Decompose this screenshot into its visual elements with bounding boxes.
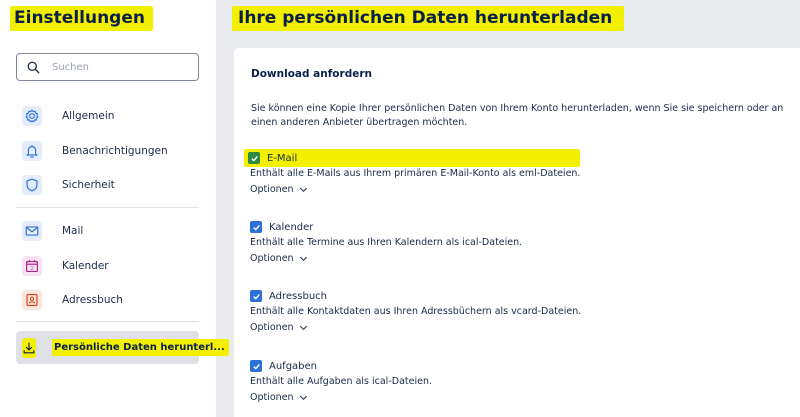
gear-icon	[22, 106, 42, 126]
aufgaben-checkbox[interactable]	[250, 360, 262, 372]
sidebar-title: Einstellungen	[10, 6, 153, 31]
sidebar-item-adressbuch[interactable]: Adressbuch	[22, 289, 123, 311]
search-icon	[27, 61, 40, 74]
option-adressbuch: Adressbuch Enthält alle Kontaktdaten aus…	[250, 287, 581, 333]
download-card: Download anfordern Sie können eine Kopie…	[234, 48, 800, 417]
sidebar-item-label: Benachrichtigungen	[62, 145, 168, 157]
svg-text:2: 2	[31, 266, 34, 272]
check-icon	[252, 363, 260, 370]
search-input[interactable]	[52, 61, 192, 73]
chevron-down-icon	[299, 256, 307, 262]
intro-text: Sie können eine Kopie Ihrer persönlichen…	[251, 103, 784, 128]
options-toggle[interactable]: Optionen	[250, 392, 432, 403]
option-email: E-Mail Enthält alle E-Mails aus Ihrem pr…	[244, 149, 581, 195]
options-toggle[interactable]: Optionen	[250, 253, 522, 264]
sidebar-item-label: Adressbuch	[62, 294, 123, 306]
kalender-checkbox[interactable]	[250, 221, 262, 233]
option-header: E-Mail	[244, 149, 581, 167]
page-title: Ihre persönlichen Daten herunterladen	[232, 6, 625, 31]
addressbook-icon	[22, 290, 42, 310]
option-label: Aufgaben	[269, 360, 318, 372]
search-box[interactable]	[16, 53, 199, 81]
sidebar-item-label: Kalender	[62, 260, 109, 272]
mail-icon	[22, 221, 42, 241]
option-header: Adressbuch	[250, 287, 581, 305]
email-checkbox[interactable]	[248, 152, 260, 164]
check-icon	[252, 224, 260, 231]
chevron-down-icon	[299, 395, 307, 401]
section-heading: Download anfordern	[251, 68, 372, 80]
option-description: Enthält alle Termine aus Ihren Kalendern…	[250, 237, 523, 248]
option-header: Aufgaben	[250, 357, 432, 375]
sidebar-divider	[16, 207, 199, 208]
shield-icon	[22, 175, 42, 195]
sidebar-item-label: Allgemein	[62, 110, 115, 122]
options-toggle[interactable]: Optionen	[250, 184, 580, 195]
check-icon	[250, 155, 258, 162]
option-label: E-Mail	[267, 152, 298, 164]
sidebar-item-benachrichtigungen[interactable]: Benachrichtigungen	[22, 140, 168, 162]
sidebar-item-kalender[interactable]: 2 Kalender	[22, 255, 109, 277]
bell-icon	[22, 141, 42, 161]
chevron-down-icon	[299, 187, 307, 193]
sidebar: Einstellungen Allgemein Benachrichtigung…	[0, 0, 229, 417]
check-icon	[252, 293, 260, 300]
sidebar-item-label: Persönliche Daten herunterl...	[52, 339, 229, 356]
download-icon	[22, 337, 36, 358]
sidebar-item-sicherheit[interactable]: Sicherheit	[22, 174, 115, 196]
option-description: Enthält alle Kontaktdaten aus Ihren Adre…	[250, 306, 582, 317]
option-label: Kalender	[269, 221, 314, 233]
adressbuch-checkbox[interactable]	[250, 290, 262, 302]
options-toggle-label: Optionen	[250, 253, 294, 264]
sidebar-item-label: Mail	[62, 225, 84, 237]
option-description: Enthält alle Aufgaben als ical-Dateien.	[250, 376, 432, 387]
sidebar-item-mail[interactable]: Mail	[22, 220, 83, 242]
option-kalender: Kalender Enthält alle Termine aus Ihren …	[250, 218, 522, 264]
option-description: Enthält alle E-Mails aus Ihrem primären …	[250, 168, 581, 179]
sidebar-item-label: Sicherheit	[62, 179, 115, 191]
options-toggle-label: Optionen	[250, 184, 294, 195]
calendar-icon: 2	[22, 256, 42, 276]
option-aufgaben: Aufgaben Enthält alle Aufgaben als ical-…	[250, 357, 432, 403]
sidebar-item-persoenliche-daten[interactable]: Persönliche Daten herunterl...	[16, 331, 229, 364]
chevron-down-icon	[299, 325, 307, 331]
option-header: Kalender	[250, 218, 522, 236]
options-toggle[interactable]: Optionen	[250, 322, 581, 333]
options-toggle-label: Optionen	[250, 392, 294, 403]
options-toggle-label: Optionen	[250, 322, 294, 333]
sidebar-item-allgemein[interactable]: Allgemein	[22, 105, 114, 127]
sidebar-divider	[16, 321, 199, 322]
option-label: Adressbuch	[269, 290, 327, 302]
